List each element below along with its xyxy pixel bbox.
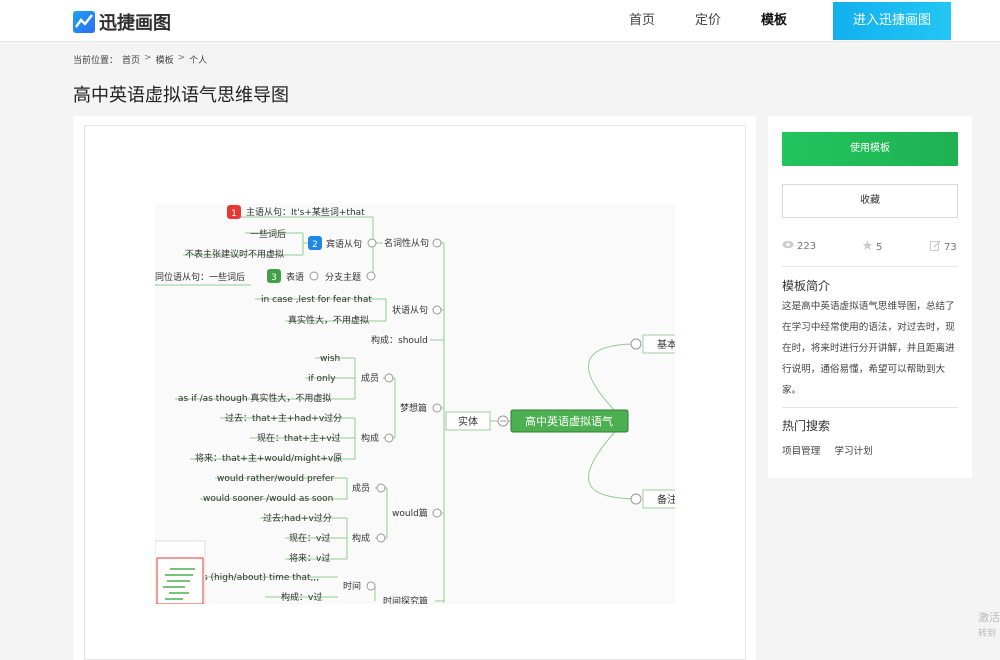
mindmap-label: s (high/about) time that,,, xyxy=(203,573,319,583)
breadcrumb: 当前位置： 首页 > 模板 > 个人 xyxy=(73,53,207,66)
breadcrumb-home[interactable]: 首页 xyxy=(122,53,140,66)
mindmap-number-badge: 1 xyxy=(231,209,237,219)
logo[interactable]: 迅捷画图 xyxy=(73,9,171,35)
mindmap-label: 构成：should xyxy=(371,334,428,346)
watermark-line: 激活 xyxy=(978,611,1000,624)
mindmap-label: 成员 xyxy=(352,482,370,494)
views-stat: 223 xyxy=(782,240,816,252)
mindmap-label: 构成 xyxy=(361,432,379,444)
page-title: 高中英语虚拟语气思维导图 xyxy=(73,85,289,106)
mindmap-label: 将来：v过 xyxy=(289,552,330,564)
mindmap-label: as if /as though 真实性大，不用虚拟 xyxy=(178,392,331,404)
hot-search-tags: 项目管理 学习计划 xyxy=(782,443,873,457)
mindmap-label: 宾语从句 xyxy=(326,238,362,250)
breadcrumb-personal[interactable]: 个人 xyxy=(189,53,207,66)
mindmap-label: 同位语从句：一些词后 xyxy=(155,271,245,283)
mindmap-label: would sooner /would as soon xyxy=(203,494,333,504)
edit-icon xyxy=(930,240,941,254)
mindmap-right-node: 基本 xyxy=(657,338,675,351)
intro-title: 模板简介 xyxy=(782,279,831,293)
mindmap-number-badge: 2 xyxy=(312,240,318,250)
mindmap-label: 过去;had+v过分 xyxy=(263,512,332,524)
likes-count: 5 xyxy=(876,241,883,253)
mindmap-label: 名词性从句 xyxy=(384,237,429,249)
mindmap-minimap[interactable] xyxy=(155,540,206,604)
top-navbar: 迅捷画图 首页 定价 模板 进入迅捷画图 xyxy=(0,0,1000,42)
edits-stat: 73 xyxy=(930,240,957,254)
nav-home[interactable]: 首页 xyxy=(629,0,655,42)
activation-watermark: 激活 转到 xyxy=(978,610,1000,642)
favorite-button[interactable]: 收藏 xyxy=(782,184,958,218)
mindmap-label: 表语 xyxy=(286,271,304,283)
hot-tag[interactable]: 项目管理 xyxy=(782,443,820,457)
hot-tag[interactable]: 学习计划 xyxy=(834,443,872,457)
mindmap-label: if only xyxy=(308,374,336,384)
likes-stat[interactable]: 5 xyxy=(862,240,882,254)
mindmap-preview-image[interactable]: 高中英语虚拟语气 实体 基本 备注 1 主语从句：It's+某些词+that 名… xyxy=(155,203,675,604)
mindmap-left-root: 实体 xyxy=(458,415,478,428)
mindmap-label: would篇 xyxy=(392,507,428,519)
breadcrumb-separator: > xyxy=(144,53,152,63)
mindmap-label: 梦想篇 xyxy=(400,402,427,414)
mindmap-label: 现在：that+主+v过 xyxy=(257,432,341,444)
mindmap-label: 时间 xyxy=(343,580,361,592)
star-icon xyxy=(862,240,873,254)
mindmap-center-node: 高中英语虚拟语气 xyxy=(525,414,613,428)
edits-count: 73 xyxy=(944,241,957,253)
mindmap-label: 成员 xyxy=(361,372,379,384)
enter-app-button[interactable]: 进入迅捷画图 xyxy=(833,2,951,40)
mindmap-label: 不表主张建议时不用虚拟 xyxy=(185,248,284,260)
hot-search-title: 热门搜索 xyxy=(782,419,831,433)
breadcrumb-separator: > xyxy=(177,53,186,63)
mindmap-label: 构成 xyxy=(352,532,370,544)
mindmap-label: 主语从句：It's+某些词+that xyxy=(246,206,365,218)
mindmap-label: 状语从句 xyxy=(392,304,428,316)
mindmap-number-badge: 3 xyxy=(271,273,277,283)
nav-templates[interactable]: 模板 xyxy=(761,0,787,42)
mindmap-diagram: 高中英语虚拟语气 实体 基本 备注 1 主语从句：It's+某些词+that 名… xyxy=(155,205,675,604)
mindmap-label: 过去：that+主+had+v过分 xyxy=(225,412,342,424)
mindmap-label: 构成：v过 xyxy=(281,591,322,603)
mindmap-label: 时间探究篇 xyxy=(383,595,428,604)
eye-icon xyxy=(782,240,794,252)
use-template-button[interactable]: 使用模板 xyxy=(782,132,958,166)
logo-text: 迅捷画图 xyxy=(99,13,171,34)
mindmap-label: wish xyxy=(320,354,340,364)
mindmap-label: would rather/would prefer xyxy=(217,474,334,484)
template-sidebar: 使用模板 收藏 223 5 73 模板简介 这是高中英语虚拟语气思维导图，总结了… xyxy=(768,116,972,478)
views-count: 223 xyxy=(797,240,817,252)
divider xyxy=(782,407,958,408)
mindmap-label: 一些词后 xyxy=(250,228,286,240)
intro-text: 这是高中英语虚拟语气思维导图，总结了在学习中经常使用的语法，对过去时，现在时，将… xyxy=(782,301,955,396)
breadcrumb-templates[interactable]: 模板 xyxy=(156,53,174,66)
mindmap-label: 现在：v过 xyxy=(289,532,330,544)
nav-pricing[interactable]: 定价 xyxy=(695,0,721,42)
mindmap-label: 将来：that+主+would/might+v原 xyxy=(195,452,342,464)
logo-icon xyxy=(73,11,95,33)
mindmap-right-node: 备注 xyxy=(657,493,675,506)
mindmap-label: 分支主题 xyxy=(325,271,361,283)
divider xyxy=(782,266,958,267)
breadcrumb-label: 当前位置： xyxy=(73,56,119,66)
mindmap-label: 真实性大，不用虚拟 xyxy=(288,314,369,326)
mindmap-label: in case ,lest for fear that xyxy=(261,295,372,305)
template-stats: 223 5 73 xyxy=(782,240,958,258)
watermark-line: 转到 xyxy=(978,629,997,639)
